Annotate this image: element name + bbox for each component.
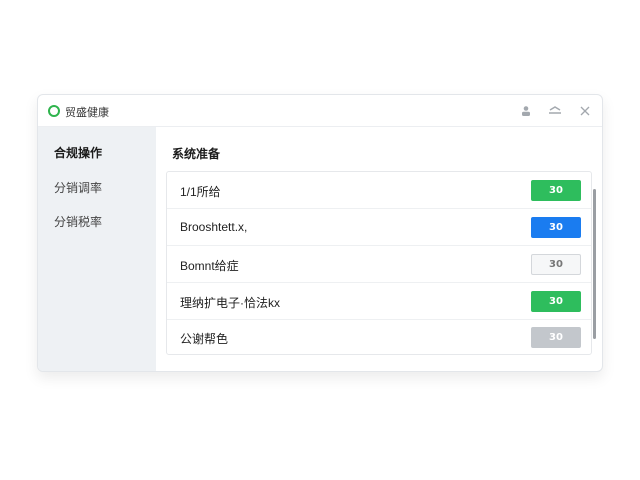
- list-item-label: Bomnt给症: [180, 259, 239, 273]
- section-title: 系统准备: [172, 147, 221, 161]
- list-item-label: 1/1所给: [180, 185, 221, 199]
- app-window: 贸盛健康 合规操作 分销调率 分销税率 系统准备 1/1所给 30 Broosh…: [37, 94, 603, 372]
- window-title: 贸盛健康: [65, 106, 109, 119]
- row-action-button[interactable]: 30: [531, 180, 581, 201]
- list-scrollbar[interactable]: [593, 189, 596, 339]
- row-action-button[interactable]: 30: [531, 254, 581, 275]
- list-item-label: 理纳扩电子·恰法kx: [180, 296, 280, 310]
- list-item: 公谢帮色 30: [167, 319, 591, 356]
- settings-list: 1/1所给 30 Brooshtett.x, 30 Bomnt给症 30 理纳扩…: [166, 171, 592, 355]
- sidebar-item-compliance[interactable]: 合规操作: [54, 144, 102, 161]
- list-item-label: Brooshtett.x,: [180, 220, 248, 234]
- sidebar: 合规操作 分销调率 分销税率: [38, 127, 156, 371]
- row-action-button[interactable]: 30: [531, 327, 581, 348]
- list-item: Brooshtett.x, 30: [167, 209, 591, 246]
- list-item: 理纳扩电子·恰法kx 30: [167, 283, 591, 320]
- user-icon[interactable]: [517, 102, 535, 120]
- row-action-button[interactable]: 30: [531, 291, 581, 312]
- app-logo-icon: [48, 105, 60, 117]
- minimize-icon[interactable]: [546, 102, 564, 120]
- title-bar: 贸盛健康: [38, 95, 602, 127]
- list-item: Bomnt给症 30: [167, 246, 591, 283]
- main-content: 系统准备 1/1所给 30 Brooshtett.x, 30 Bomnt给症 3…: [156, 127, 602, 371]
- row-action-button[interactable]: 30: [531, 217, 581, 238]
- close-icon[interactable]: [576, 102, 594, 120]
- list-item: 1/1所给 30: [167, 172, 591, 209]
- list-item-label: 公谢帮色: [180, 332, 229, 346]
- sidebar-item-distribution-rate[interactable]: 分销调率: [54, 179, 102, 196]
- sidebar-item-distribution-tax[interactable]: 分销税率: [54, 213, 102, 230]
